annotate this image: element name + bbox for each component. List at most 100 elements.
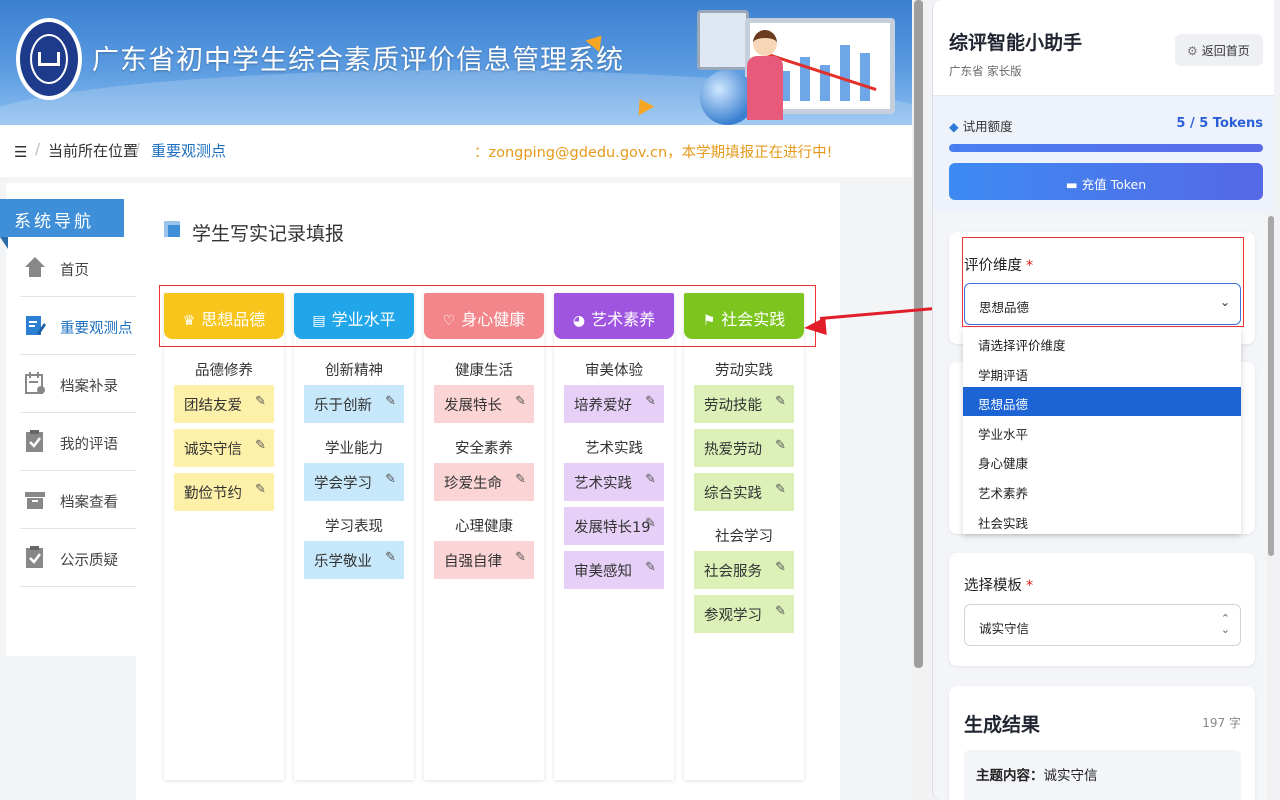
record-item[interactable]: 参观学习 ✎ xyxy=(694,595,794,633)
edit-icon[interactable]: ✎ xyxy=(775,438,786,453)
quota-section: ◆ 试用额度 5 / 5 Tokens ▬ 充值 Token xyxy=(933,96,1274,214)
record-item-label: 劳动技能 xyxy=(704,398,762,414)
record-item[interactable]: 乐学敬业 ✎ xyxy=(304,541,404,579)
edit-icon[interactable]: ✎ xyxy=(515,472,526,487)
sidebar-item-label: 我的评语 xyxy=(60,437,118,453)
edit-icon[interactable]: ✎ xyxy=(645,516,656,531)
edit-icon[interactable]: ✎ xyxy=(775,482,786,497)
highlight-annotation xyxy=(159,285,816,347)
record-item[interactable]: 勤俭节约 ✎ xyxy=(174,473,274,511)
record-item[interactable]: 劳动技能 ✎ xyxy=(694,385,794,423)
record-item[interactable]: 珍爱生命 ✎ xyxy=(434,463,534,501)
dropdown-option[interactable]: 身心健康 xyxy=(963,446,1241,475)
highlight-annotation xyxy=(962,237,1244,327)
menu-icon[interactable]: ☰ xyxy=(14,143,27,161)
breadcrumb-root[interactable]: 当前所在位置 xyxy=(48,140,138,161)
edit-icon[interactable]: ✎ xyxy=(645,394,656,409)
category-column: ♡ 身心健康 健康生活 发展特长 ✎ 安全素养 珍爱生命 ✎ 心理健康 自强自律 ✎ xyxy=(424,293,544,780)
clipboard-check-icon xyxy=(24,545,46,569)
annotation-arrow-head xyxy=(803,317,827,337)
record-item[interactable]: 培养爱好 ✎ xyxy=(564,385,664,423)
record-item[interactable]: 发展特长 ✎ xyxy=(434,385,534,423)
record-item[interactable]: 综合实践 ✎ xyxy=(694,473,794,511)
edit-icon[interactable]: ✎ xyxy=(255,438,266,453)
dropdown-option[interactable]: 社会实践 xyxy=(963,506,1241,535)
dropdown-option[interactable]: 学期评语 xyxy=(963,358,1241,387)
edit-icon[interactable]: ✎ xyxy=(775,394,786,409)
main-content: 学生写实记录填报 ♛ 思想品德 品德修养 团结友爱 ✎ 诚实守信 ✎ 勤俭节约 ✎ ▤ 学业水平 创新… xyxy=(136,183,840,800)
section-heading: 心理健康 xyxy=(455,519,513,535)
edit-icon[interactable]: ✎ xyxy=(385,394,396,409)
panel-subtitle: 广东省 家长版 xyxy=(949,64,1022,78)
record-item[interactable]: 自强自律 ✎ xyxy=(434,541,534,579)
record-item[interactable]: 艺术实践 ✎ xyxy=(564,463,664,501)
record-item[interactable]: 发展特长19 ✎ xyxy=(564,507,664,545)
back-home-button[interactable]: ⚙ 返回首页 xyxy=(1175,34,1263,66)
edit-icon[interactable]: ✎ xyxy=(775,604,786,619)
breadcrumb: ☰ / 当前所在位置 / 重要观测点 ：zongping@gdedu.gov.c… xyxy=(0,125,912,177)
recharge-button[interactable]: ▬ 充值 Token xyxy=(949,163,1263,200)
record-item-label: 诚实守信 xyxy=(184,442,242,458)
sidebar-item-2[interactable]: 档案补录 xyxy=(20,355,136,413)
sidebar-item-4[interactable]: 档案查看 xyxy=(20,471,136,529)
dimension-dropdown-list: 请选择评价维度 学期评语 思想品德 学业水平 身心健康 艺术素养 社会实践 xyxy=(963,328,1241,534)
record-item-label: 审美感知 xyxy=(574,564,632,580)
record-item-label: 社会服务 xyxy=(704,564,762,580)
dropdown-option[interactable]: 学业水平 xyxy=(963,417,1241,446)
record-item[interactable]: 学会学习 ✎ xyxy=(304,463,404,501)
edit-icon[interactable]: ✎ xyxy=(385,550,396,565)
edit-icon[interactable]: ✎ xyxy=(385,472,396,487)
quota-progress-bar xyxy=(949,144,1263,152)
section-heading: 社会学习 xyxy=(715,529,773,545)
category-column: ♛ 思想品德 品德修养 团结友爱 ✎ 诚实守信 ✎ 勤俭节约 ✎ xyxy=(164,293,284,780)
record-item-label: 培养爱好 xyxy=(574,398,632,414)
record-item-label: 热爱劳动 xyxy=(704,442,762,458)
calendar-icon xyxy=(24,371,46,395)
gem-icon: ◆ xyxy=(949,119,959,134)
dropdown-option[interactable]: 请选择评价维度 xyxy=(963,328,1241,357)
site-banner: 广东省初中学生综合素质评价信息管理系统 xyxy=(0,0,912,125)
sidebar-item-1[interactable]: 重要观测点 xyxy=(20,297,136,355)
sidebar-item-label: 公示质疑 xyxy=(60,553,118,569)
section-heading: 健康生活 xyxy=(455,363,513,379)
record-item-label: 发展特长 xyxy=(444,398,502,414)
panel-scrollbar-thumb[interactable] xyxy=(1268,216,1274,556)
result-card: 生成结果 197 字 主题内容：诚实守信 xyxy=(949,686,1255,800)
edit-icon[interactable]: ✎ xyxy=(515,550,526,565)
edit-icon[interactable]: ✎ xyxy=(515,394,526,409)
template-select[interactable]: 诚实守信 ⌃ ⌄ xyxy=(964,604,1241,646)
sidebar-item-label: 档案补录 xyxy=(60,379,118,395)
record-item-label: 团结友爱 xyxy=(184,398,242,414)
sidebar-item-5[interactable]: 公示质疑 xyxy=(20,529,136,587)
edit-icon[interactable]: ✎ xyxy=(255,482,266,497)
record-item-label: 乐于创新 xyxy=(314,398,372,414)
gear-icon: ⚙ xyxy=(1187,44,1198,58)
main-website: 广东省初中学生综合素质评价信息管理系统 ☰ / 当前所在位置 / 重要观测点 ：… xyxy=(0,0,912,800)
dropdown-option[interactable]: 思想品德 xyxy=(963,387,1241,417)
school-logo-icon xyxy=(16,18,82,100)
sidebar-header: 系统导航 xyxy=(0,199,124,249)
home-icon xyxy=(24,255,46,279)
section-heading: 创新精神 xyxy=(325,363,383,379)
record-item-label: 自强自律 xyxy=(444,554,502,570)
record-item[interactable]: 团结友爱 ✎ xyxy=(174,385,274,423)
record-item[interactable]: 诚实守信 ✎ xyxy=(174,429,274,467)
record-item[interactable]: 社会服务 ✎ xyxy=(694,551,794,589)
record-item[interactable]: 热爱劳动 ✎ xyxy=(694,429,794,467)
edit-icon[interactable]: ✎ xyxy=(645,560,656,575)
main-scrollbar-thumb[interactable] xyxy=(914,0,923,668)
sidebar-item-0[interactable]: 首页 xyxy=(20,239,136,297)
category-column: ◕ 艺术素养 审美体验 培养爱好 ✎ 艺术实践 艺术实践 ✎ 发展特长19 ✎ 审美感知 ✎ xyxy=(554,293,674,780)
record-item[interactable]: 审美感知 ✎ xyxy=(564,551,664,589)
sidebar-item-3[interactable]: 我的评语 xyxy=(20,413,136,471)
category-column: ▤ 学业水平 创新精神 乐于创新 ✎ 学业能力 学会学习 ✎ 学习表现 乐学敬业 ✎ xyxy=(294,293,414,780)
record-item[interactable]: 乐于创新 ✎ xyxy=(304,385,404,423)
sidebar-nav: 系统导航 首页 重要观测点档案补录我的评语档案查看公示质疑 xyxy=(0,183,136,656)
page-title: 学生写实记录填报 xyxy=(192,223,345,245)
edit-icon[interactable]: ✎ xyxy=(775,560,786,575)
edit-icon[interactable]: ✎ xyxy=(255,394,266,409)
record-item-label: 发展特长19 xyxy=(574,520,651,536)
edit-icon[interactable]: ✎ xyxy=(645,472,656,487)
banner-illustration xyxy=(665,0,910,125)
dropdown-option[interactable]: 艺术素养 xyxy=(963,476,1241,505)
